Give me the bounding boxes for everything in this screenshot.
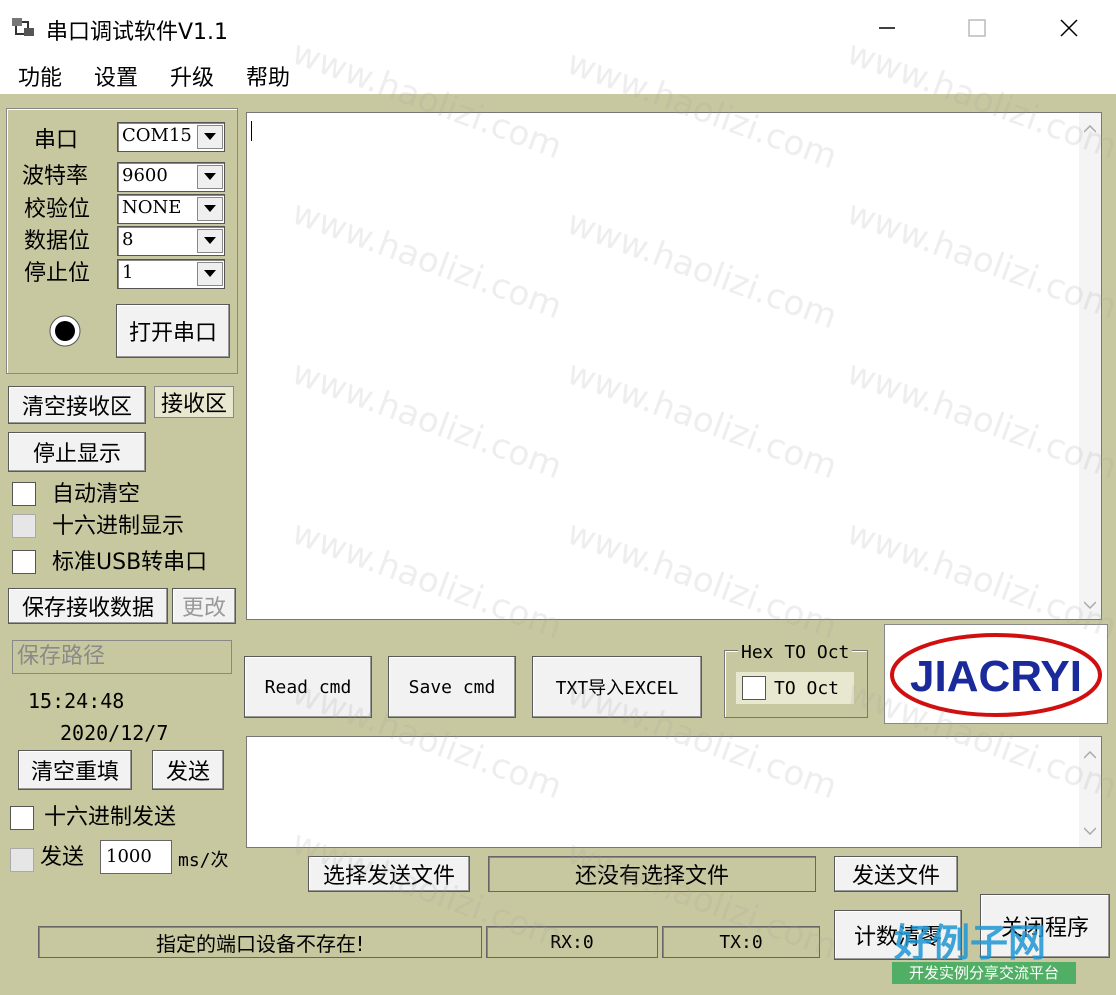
minimize-icon bbox=[879, 27, 895, 29]
to-oct-label: TO Oct bbox=[774, 678, 840, 699]
logo-graphic: JIACRYI bbox=[890, 633, 1102, 717]
site-watermark-slogan: 开发实例分享交流平台 bbox=[892, 962, 1076, 984]
menu-function[interactable]: 功能 bbox=[18, 60, 62, 92]
receive-scrollbar[interactable] bbox=[1079, 113, 1101, 619]
save-path-field[interactable]: 保存路径 bbox=[12, 640, 232, 674]
auto-clear-checkbox[interactable] bbox=[12, 482, 36, 506]
send-file-button[interactable]: 发送文件 bbox=[834, 856, 958, 892]
port-value: COM15 bbox=[122, 125, 192, 146]
txt-to-excel-button[interactable]: TXT导入EXCEL bbox=[532, 656, 702, 718]
chevron-down-icon[interactable] bbox=[197, 125, 223, 149]
site-watermark-title: 好例子网 bbox=[894, 921, 1047, 965]
menu-upgrade[interactable]: 升级 bbox=[170, 60, 214, 92]
baud-value: 9600 bbox=[122, 165, 168, 186]
rx-counter: RX:0 bbox=[486, 926, 658, 958]
app-icon bbox=[12, 18, 34, 36]
parity-value: NONE bbox=[122, 197, 182, 218]
scroll-down-icon[interactable] bbox=[1084, 827, 1096, 835]
scroll-up-icon[interactable] bbox=[1084, 751, 1096, 759]
baud-label: 波特率 bbox=[22, 164, 89, 189]
hex-display-checkbox[interactable] bbox=[12, 514, 36, 538]
parity-label: 校验位 bbox=[24, 197, 91, 222]
close-window-button[interactable] bbox=[1042, 8, 1096, 48]
auto-send-label: 发送 bbox=[40, 845, 85, 870]
close-icon bbox=[1060, 19, 1078, 37]
main-window: 串口调试软件V1.1 功能 设置 升级 帮助 串口 波特率 校验位 数据位 停止… bbox=[0, 0, 1116, 995]
change-path-button[interactable]: 更改 bbox=[172, 588, 236, 624]
clock-time: 15:24:48 bbox=[28, 689, 125, 713]
title-bar: 串口调试软件V1.1 bbox=[0, 0, 1116, 56]
menu-bar: 功能 设置 升级 帮助 bbox=[0, 56, 1116, 94]
databits-value: 8 bbox=[122, 229, 134, 250]
chevron-down-icon[interactable] bbox=[197, 165, 223, 189]
send-button[interactable]: 发送 bbox=[152, 750, 224, 790]
open-port-button[interactable]: 打开串口 bbox=[116, 304, 230, 358]
minimize-button[interactable] bbox=[860, 8, 914, 48]
databits-select[interactable]: 8 bbox=[117, 226, 225, 256]
databits-label: 数据位 bbox=[24, 229, 91, 254]
tx-counter: TX:0 bbox=[662, 926, 820, 958]
save-receive-data-button[interactable]: 保存接收数据 bbox=[8, 588, 168, 624]
port-select[interactable]: COM15 bbox=[117, 122, 225, 152]
send-interval-unit: ms/次 bbox=[178, 850, 229, 871]
text-cursor bbox=[251, 121, 252, 141]
send-interval-input[interactable]: 1000 bbox=[100, 840, 172, 874]
auto-send-checkbox[interactable] bbox=[10, 848, 34, 872]
read-cmd-button[interactable]: Read cmd bbox=[244, 656, 372, 718]
maximize-icon bbox=[968, 19, 986, 37]
auto-clear-label: 自动清空 bbox=[52, 482, 141, 507]
port-label: 串口 bbox=[34, 128, 79, 153]
chevron-down-icon[interactable] bbox=[197, 229, 223, 253]
chevron-down-icon[interactable] bbox=[197, 262, 223, 286]
usb-serial-label: 标准USB转串口 bbox=[52, 550, 208, 575]
logo-text: JIACRYI bbox=[910, 652, 1082, 701]
clear-send-button[interactable]: 清空重填 bbox=[18, 750, 132, 790]
send-scrollbar[interactable] bbox=[1079, 737, 1101, 847]
menu-help[interactable]: 帮助 bbox=[246, 60, 290, 92]
stopbits-select[interactable]: 1 bbox=[117, 259, 225, 289]
maximize-button[interactable] bbox=[950, 8, 1004, 48]
receive-textarea[interactable] bbox=[246, 112, 1102, 620]
scroll-down-icon[interactable] bbox=[1084, 601, 1096, 609]
clear-receive-button[interactable]: 清空接收区 bbox=[8, 386, 146, 424]
menu-settings[interactable]: 设置 bbox=[94, 60, 138, 92]
file-status-field: 还没有选择文件 bbox=[488, 856, 816, 892]
status-message: 指定的端口设备不存在! bbox=[38, 926, 482, 958]
usb-serial-checkbox[interactable] bbox=[12, 550, 36, 574]
hex-send-label: 十六进制发送 bbox=[44, 805, 177, 830]
receive-area-label: 接收区 bbox=[154, 386, 234, 418]
hex-display-label: 十六进制显示 bbox=[52, 514, 185, 539]
hex-to-oct-group-title: Hex TO Oct bbox=[738, 640, 853, 666]
stopbits-value: 1 bbox=[122, 262, 134, 283]
stop-display-button[interactable]: 停止显示 bbox=[8, 432, 146, 472]
stopbits-label: 停止位 bbox=[24, 261, 91, 286]
port-status-indicator-icon bbox=[49, 315, 81, 347]
choose-send-file-button[interactable]: 选择发送文件 bbox=[308, 856, 470, 892]
clock-date: 2020/12/7 bbox=[60, 721, 169, 745]
hex-send-checkbox[interactable] bbox=[10, 806, 34, 830]
scroll-up-icon[interactable] bbox=[1084, 125, 1096, 133]
company-logo: JIACRYI bbox=[884, 624, 1108, 724]
parity-select[interactable]: NONE bbox=[117, 194, 225, 224]
baud-select[interactable]: 9600 bbox=[117, 162, 225, 192]
to-oct-checkbox[interactable] bbox=[742, 676, 766, 700]
send-textarea[interactable] bbox=[246, 736, 1102, 848]
window-title: 串口调试软件V1.1 bbox=[46, 20, 229, 45]
save-cmd-button[interactable]: Save cmd bbox=[388, 656, 516, 718]
chevron-down-icon[interactable] bbox=[197, 197, 223, 221]
